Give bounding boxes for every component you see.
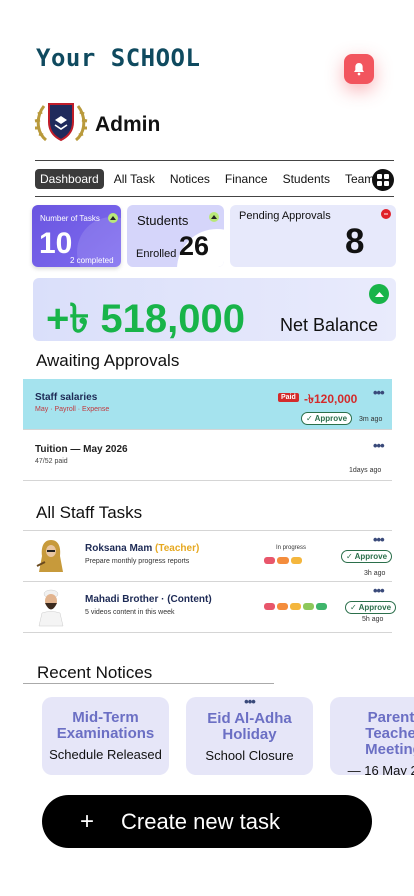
- content-creator-avatar: [33, 586, 69, 628]
- notice-card[interactable]: ••• Eid Al-Adha Holiday School Closure: [186, 695, 313, 775]
- tab-all-task[interactable]: All Task: [109, 169, 160, 189]
- approval-time: 1days ago: [349, 467, 382, 474]
- tasks-up-icon: [108, 213, 118, 223]
- staff-task: 5 videos content in this week: [85, 609, 175, 616]
- notice-sub: — 16 May 2026: [347, 763, 414, 775]
- approval-row-tuition[interactable]: Tuition — May 2026 47/52 paid ••• 1days …: [23, 430, 392, 480]
- approval-title: Tuition — May 2026: [35, 444, 128, 455]
- balance-up-icon: [369, 284, 389, 304]
- app-brand-title: Your SCHOOL: [36, 44, 201, 72]
- tab-finance[interactable]: Finance: [220, 169, 273, 189]
- paid-badge: Paid: [278, 393, 299, 402]
- tasks-label: Number of Tasks: [40, 214, 100, 223]
- divider-tabs: [35, 196, 394, 197]
- notice-sub: Schedule Released: [49, 747, 162, 762]
- staff-tasks-title: All Staff Tasks: [36, 503, 143, 522]
- notice-title: Parent-Teacher Meeting: [365, 709, 414, 758]
- create-task-button[interactable]: + Create new task: [42, 795, 372, 848]
- notice-card[interactable]: Parent-Teacher Meeting — 16 May 2026: [330, 697, 414, 775]
- notice-title: Mid-Term Examinations: [56, 709, 155, 742]
- staff-time: 3h ago: [364, 570, 386, 577]
- approve-button[interactable]: ✓ Approve: [301, 412, 353, 425]
- create-task-label: Create new task: [121, 808, 280, 834]
- staff-task: Prepare monthly progress reports: [85, 558, 190, 565]
- more-icon[interactable]: •••: [186, 695, 313, 708]
- approval-sub: 47/52 paid: [35, 458, 68, 465]
- students-label: Students: [137, 213, 189, 228]
- approval-tags: May · Payroll · Expense: [35, 406, 110, 413]
- divider-top: [35, 160, 394, 161]
- pending-value: 8: [345, 222, 365, 261]
- school-logo: [34, 100, 88, 146]
- staff-role: (Teacher): [155, 543, 200, 554]
- tasks-sub: 2 completed: [70, 256, 114, 265]
- grid-icon: [377, 174, 389, 186]
- notice-sub: School Closure: [205, 748, 294, 763]
- pending-down-icon: [381, 209, 391, 219]
- staff-time: 5h ago: [362, 616, 384, 623]
- students-card[interactable]: Students Enrolled 26: [127, 205, 224, 267]
- approval-title: Staff salaries: [35, 392, 98, 403]
- bell-icon: [354, 63, 364, 76]
- pending-label: Pending Approvals: [239, 210, 331, 222]
- more-icon[interactable]: •••: [373, 438, 385, 453]
- net-balance-label: Net Balance: [280, 315, 379, 335]
- net-balance-card[interactable]: +৳ 518,000 Net Balance: [33, 278, 396, 341]
- tab-dashboard[interactable]: Dashboard: [35, 169, 104, 189]
- more-icon[interactable]: •••: [373, 532, 385, 547]
- students-sub: Enrolled: [136, 248, 177, 260]
- awaiting-approvals-title: Awaiting Approvals: [36, 351, 180, 370]
- staff-name: Roksana Mam: [85, 543, 153, 554]
- approval-amount: -৳120,000: [304, 392, 358, 406]
- more-icon[interactable]: •••: [373, 385, 385, 400]
- tasks-value: 10: [39, 227, 73, 260]
- more-icon[interactable]: •••: [373, 583, 385, 598]
- staff-task-row[interactable]: Roksana Mam (Teacher) Prepare monthly pr…: [23, 531, 393, 581]
- tasks-card[interactable]: Number of Tasks 10 2 completed: [32, 205, 121, 267]
- notice-title: Eid Al-Adha Holiday: [207, 710, 292, 743]
- tab-students[interactable]: Students: [278, 169, 335, 189]
- approve-button[interactable]: ✓ Approve: [341, 550, 393, 563]
- progress-label: In progress: [276, 545, 307, 551]
- apps-grid-button[interactable]: [372, 169, 394, 191]
- tab-notices[interactable]: Notices: [165, 169, 215, 189]
- approval-time: 3m ago: [359, 416, 383, 423]
- students-up-icon: [209, 212, 219, 222]
- admin-name: Admin: [95, 113, 161, 136]
- pending-approvals-card[interactable]: Pending Approvals 8: [230, 205, 396, 267]
- approve-button[interactable]: ✓ Approve: [345, 601, 397, 614]
- teacher-avatar: [33, 536, 69, 576]
- recent-notices-title: Recent Notices: [37, 663, 153, 682]
- approval-row-staff-salaries[interactable]: Staff salaries May · Payroll · Expense P…: [23, 379, 392, 429]
- staff-name: Mahadi Brother · (Content): [85, 594, 212, 605]
- notifications-button[interactable]: [344, 54, 374, 84]
- notice-card[interactable]: Mid-Term Examinations Schedule Released: [42, 697, 169, 775]
- staff-task-row[interactable]: Mahadi Brother · (Content) 5 videos cont…: [23, 582, 397, 632]
- progress-bar: [264, 603, 327, 610]
- students-value: 26: [179, 231, 210, 261]
- plus-icon: +: [79, 807, 94, 835]
- net-balance-value: +৳ 518,000: [46, 297, 245, 341]
- progress-bar: [264, 557, 302, 564]
- tab-bar: Dashboard All Task Notices Finance Stude…: [35, 168, 384, 190]
